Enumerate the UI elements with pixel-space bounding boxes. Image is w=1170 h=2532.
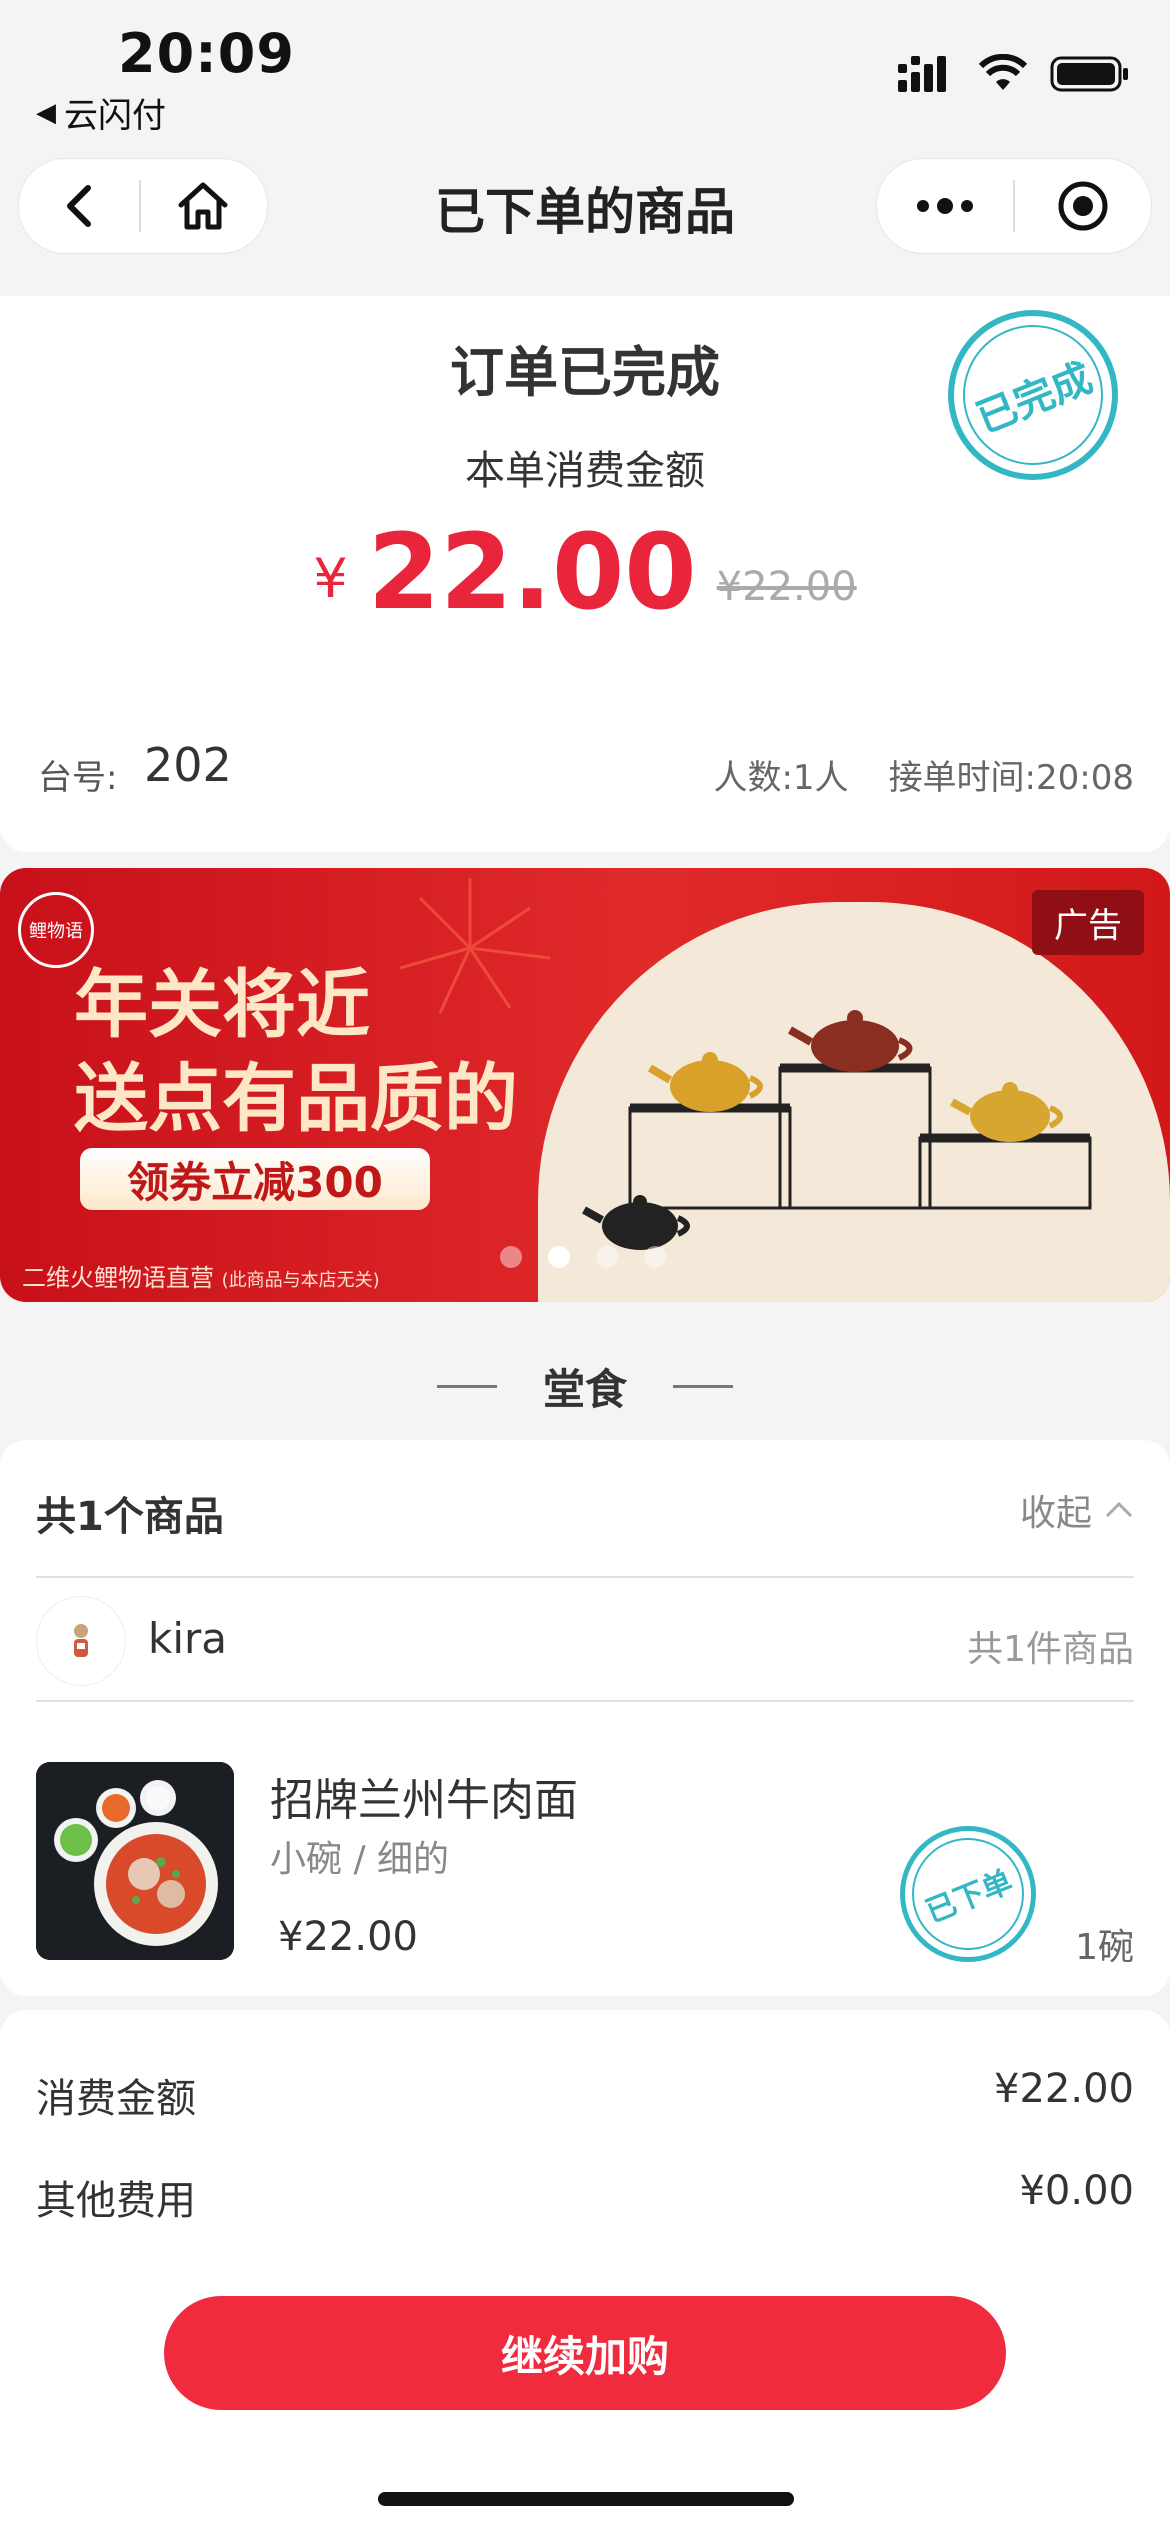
people-count: 人数:1人 <box>713 758 849 798</box>
food-quantity: 1碗 <box>1075 1927 1134 1968</box>
back-triangle-icon: ◀ <box>36 97 56 128</box>
items-count-header: 共1个商品 <box>36 1494 224 1540</box>
summary-value-other-fees: ¥0.00 <box>1019 2168 1134 2214</box>
avatar-figure-icon <box>74 1624 88 1657</box>
more-dots-icon <box>917 198 973 214</box>
banner-footer-text: 二维火鲤物语直营 <box>22 1264 214 1292</box>
original-amount: ¥22.00 <box>716 564 857 610</box>
target-close-icon <box>1058 181 1108 231</box>
table-number: 202 <box>144 738 232 792</box>
collapse-label: 收起 <box>1019 1493 1092 1534</box>
teapot-display-image <box>582 1010 1092 1250</box>
home-indicator[interactable] <box>378 2492 794 2506</box>
ordered-stamp: 已下单 <box>895 1821 1041 1967</box>
back-app-label: 云闪付 <box>64 96 166 136</box>
chevron-up-icon <box>1105 1501 1133 1518</box>
dine-in-section-header: 堂食 <box>0 1356 1170 1417</box>
section-title: 堂食 <box>542 1365 627 1414</box>
banner-headline-line2: 送点有品质的 <box>74 1056 518 1142</box>
more-button[interactable] <box>877 196 1013 216</box>
food-name: 招牌兰州牛肉面 <box>270 1775 578 1826</box>
summary-label-other-fees: 其他费用 <box>36 2178 196 2224</box>
carousel-dot[interactable] <box>500 1246 522 1268</box>
banner-footer: 二维火鲤物语直营 (此商品与本店无关) <box>22 1258 380 1293</box>
user-item-count: 共1件商品 <box>967 1629 1134 1670</box>
banner-headline: 年关将近 送点有品质的 <box>74 958 518 1146</box>
order-meta: 人数:1人 接单时间:20:08 <box>713 750 1134 799</box>
user-name: kira <box>148 1614 227 1663</box>
close-miniapp-button[interactable] <box>1015 179 1151 233</box>
brand-logo: 鲤物语 <box>18 892 94 968</box>
back-to-app-link[interactable]: ◀ 云闪付 <box>36 88 166 137</box>
table-label: 台号: <box>38 758 118 798</box>
signal-icon <box>898 56 946 92</box>
noodle-bowl-image <box>36 1762 234 1960</box>
carousel-dot-active[interactable] <box>548 1246 570 1268</box>
section-line-right <box>673 1385 733 1388</box>
banner-headline-line1: 年关将近 <box>74 962 370 1048</box>
food-image <box>36 1762 234 1960</box>
avatar <box>36 1596 126 1686</box>
status-time: 20:09 <box>118 22 295 85</box>
divider <box>36 1700 1134 1702</box>
banner-footer-note: (此商品与本店无关) <box>221 1270 380 1291</box>
continue-adding-button[interactable]: 继续加购 <box>164 2296 1006 2410</box>
ad-tag: 广告 <box>1032 890 1144 955</box>
ad-banner[interactable]: 鲤物语 年关将近 送点有品质的 领券立减300 二维火鲤物语直营 (此商品与本店… <box>0 868 1170 1302</box>
status-icons <box>898 54 1130 94</box>
divider <box>36 1576 1134 1578</box>
carousel-dot[interactable] <box>596 1246 618 1268</box>
section-line-left <box>436 1385 497 1388</box>
summary-label-consumption: 消费金额 <box>36 2076 196 2122</box>
order-amount: 22.00 <box>367 511 697 633</box>
carousel-dot[interactable] <box>644 1246 666 1268</box>
nav-capsule-right <box>876 158 1152 254</box>
wifi-icon <box>978 54 1028 90</box>
food-spec: 小碗 / 细的 <box>270 1839 450 1880</box>
food-price: ¥22.00 <box>278 1914 418 1960</box>
summary-value-consumption: ¥22.00 <box>994 2066 1134 2112</box>
carousel-dots <box>500 1246 666 1268</box>
battery-icon <box>1050 56 1128 92</box>
coupon-button[interactable]: 领券立减300 <box>80 1148 430 1210</box>
collapse-toggle[interactable]: 收起 <box>1020 1484 1134 1536</box>
amount-row: ¥ 22.00 ¥22.00 <box>0 520 1170 624</box>
amount-label: 本单消费金额 <box>465 448 705 494</box>
order-time: 接单时间:20:08 <box>888 758 1134 798</box>
currency-symbol: ¥ <box>313 547 348 610</box>
